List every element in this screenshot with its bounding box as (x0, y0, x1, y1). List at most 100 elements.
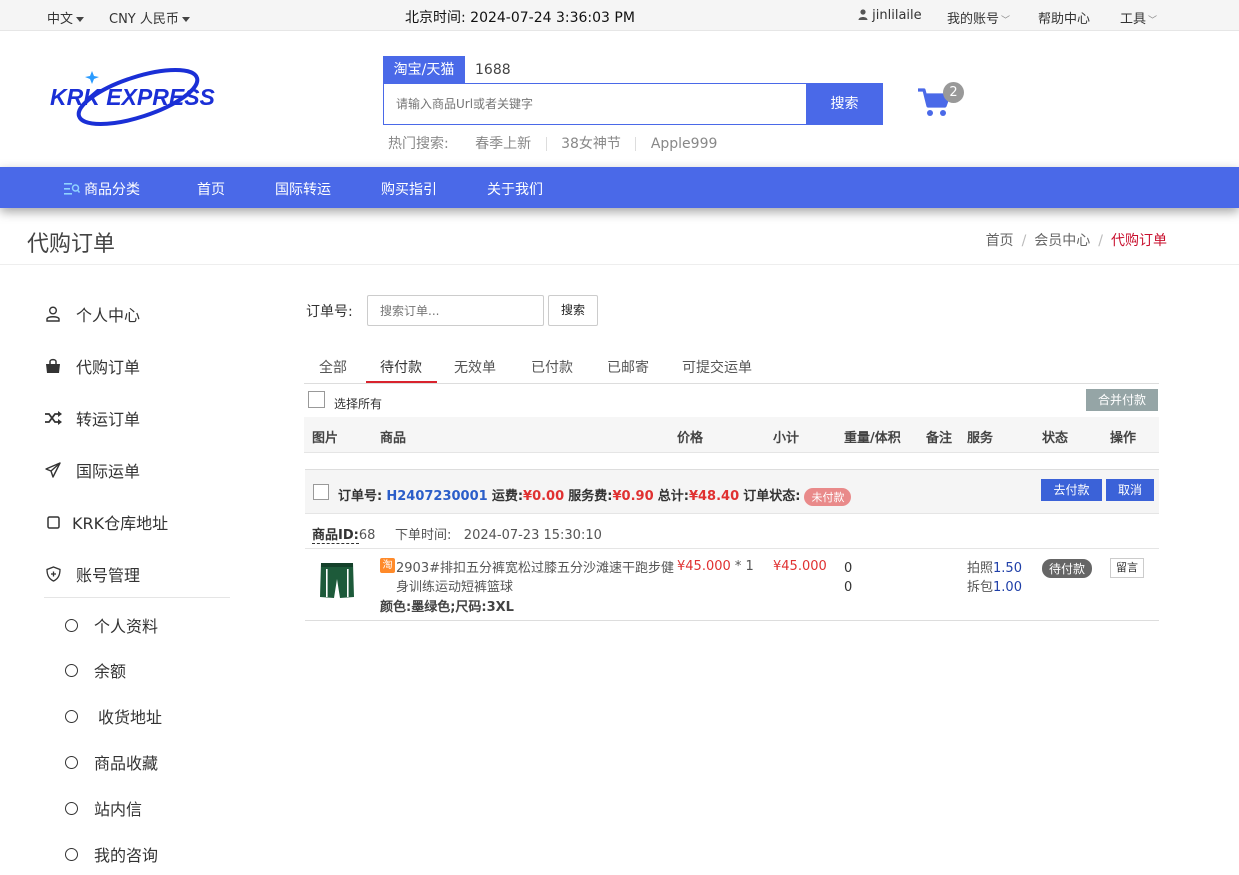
paper-plane-icon (44, 461, 62, 479)
message-button[interactable]: 留言 (1110, 558, 1144, 578)
column-header: 小计 (773, 431, 800, 446)
order-status-tabs: 全部 待付款 无效单 已付款 已邮寄 可提交运单 (304, 348, 1159, 384)
sidebar-item-international-waybills[interactable]: 国际运单 (44, 458, 140, 482)
product-id: 商品ID:68 (312, 524, 376, 544)
product-name-link[interactable]: 2903#排扣五分裤宽松过膝五分沙滩速干跑步健 身训练运动短裤篮球 (396, 559, 676, 597)
order-search-input[interactable] (368, 296, 543, 325)
cart-count-badge: 2 (943, 82, 964, 103)
circle-icon (65, 709, 78, 723)
search-tab-taobao[interactable]: 淘宝/天猫 (383, 56, 465, 84)
merge-pay-button[interactable]: 合并付款 (1086, 389, 1158, 411)
select-all-checkbox[interactable] (308, 391, 325, 408)
sidebar-item-label: KRK仓库地址 (72, 514, 169, 533)
sidebar-item-purchase-orders[interactable]: 代购订单 (44, 354, 140, 378)
service-fee-value: ¥0.90 (612, 489, 654, 504)
sidebar-subitem-label: 商品收藏 (94, 754, 159, 773)
hot-search-term[interactable]: 38女神节 (561, 133, 621, 153)
caret-down-icon (181, 17, 190, 22)
sidebar-subitem-profile[interactable]: 个人资料 (65, 613, 158, 637)
sidebar-item-personal-center[interactable]: 个人中心 (44, 302, 140, 326)
circle-icon (65, 801, 78, 815)
hot-search-term[interactable]: Apple999 (651, 136, 718, 152)
order-search-field[interactable] (367, 295, 544, 326)
breadcrumb-home[interactable]: 首页 (986, 233, 1014, 249)
search-input[interactable] (384, 84, 807, 124)
column-header: 图片 (312, 431, 339, 446)
weight-value: 0 (844, 561, 853, 576)
hot-searches: 热门搜索: 春季上新 38女神节 Apple999 (388, 133, 717, 153)
order-time-value: 2024-07-23 15:30:10 (463, 528, 602, 543)
product-thumbnail[interactable] (317, 557, 357, 607)
tab-shipped[interactable]: 已邮寄 (607, 357, 649, 377)
sidebar-subitem-messages[interactable]: 站内信 (65, 796, 142, 820)
product-id-value: 68 (358, 528, 376, 543)
select-all-label[interactable]: 选择所有 (334, 395, 382, 412)
clock-value: 2024-07-24 3:36:03 PM (470, 10, 635, 26)
order-search-label: 订单号: (306, 304, 353, 320)
help-center-label: 帮助中心 (1038, 12, 1091, 27)
order-time-label: 下单时间: (395, 528, 452, 543)
breadcrumb-separator: / (1098, 233, 1103, 249)
search-field[interactable] (383, 83, 807, 125)
order-search-button[interactable]: 搜索 (548, 295, 598, 326)
taobao-source-icon: 淘 (380, 558, 395, 573)
nav-item-forwarding[interactable]: 国际转运 (275, 179, 331, 199)
product-id-label: 商品ID: (312, 528, 359, 544)
krk-express-logo[interactable]: KRK EXPRESS (48, 64, 223, 128)
nav-item-buying-guide[interactable]: 购买指引 (381, 179, 437, 199)
shipping-label: 运费: (491, 489, 524, 504)
table-header: 图片 商品 价格 小计 重量/体积 备注 服务 状态 操作 (304, 417, 1159, 453)
nav-item-categories[interactable]: 商品分类 (64, 179, 140, 199)
my-account-menu[interactable]: 我的账号 ﹀ (947, 8, 1010, 27)
search-button[interactable]: 搜索 (806, 83, 883, 125)
breadcrumb-member-center[interactable]: 会员中心 (1034, 233, 1090, 249)
top-bar: 中文 CNY 人民币 北京时间: 2024-07-24 3:36:03 PM j… (0, 0, 1239, 31)
language-selector[interactable]: 中文 (47, 8, 85, 27)
user-icon (858, 9, 868, 20)
tab-pending-payment[interactable]: 待付款 (380, 357, 422, 377)
sidebar-item-forwarding-orders[interactable]: 转运订单 (44, 406, 140, 430)
sidebar-subitem-balance[interactable]: 余额 (65, 658, 126, 682)
tab-waybill-ready[interactable]: 可提交运单 (682, 357, 752, 377)
tools-menu[interactable]: 工具 ﹀ (1120, 8, 1157, 27)
page-title: 代购订单 (27, 232, 116, 257)
sidebar-item-label: 账号管理 (76, 566, 141, 585)
search-tab-1688[interactable]: 1688 (475, 56, 511, 84)
currency-selector[interactable]: CNY 人民币 (109, 8, 190, 27)
user-link[interactable]: jinlilaile (858, 8, 922, 23)
order-header-row: 订单号: H2407230001 运费:¥0.00 服务费:¥0.90 总计:¥… (305, 469, 1159, 514)
nav-item-label: 商品分类 (84, 182, 140, 198)
divider (635, 137, 637, 151)
help-center-link[interactable]: 帮助中心 (1038, 8, 1090, 27)
order-number-link[interactable]: H2407230001 (386, 489, 487, 504)
sidebar-subitem-favorites[interactable]: 商品收藏 (65, 750, 158, 774)
sidebar-item-label: 国际运单 (76, 462, 141, 481)
divider (545, 137, 547, 151)
status-badge: 待付款 (1042, 559, 1093, 578)
tab-all[interactable]: 全部 (319, 357, 347, 377)
active-tab-indicator (366, 381, 437, 383)
sidebar-subitem-inquiries[interactable]: 我的咨询 (65, 842, 158, 866)
service-fee-label: 服务费: (568, 489, 613, 504)
nav-item-home[interactable]: 首页 (197, 179, 225, 199)
pay-button[interactable]: 去付款 (1041, 479, 1102, 501)
column-header: 商品 (380, 431, 407, 446)
quantity: * 1 (730, 559, 754, 574)
product-name-line: 身训练运动短裤篮球 (396, 580, 514, 595)
username: jinlilaile (872, 8, 922, 23)
order-checkbox[interactable] (313, 484, 329, 500)
tab-invalid[interactable]: 无效单 (454, 357, 496, 377)
column-header: 服务 (967, 431, 994, 446)
hot-search-term[interactable]: 春季上新 (475, 133, 531, 153)
sidebar-item-account-management[interactable]: 账号管理 (44, 562, 140, 586)
tools-label: 工具 (1120, 12, 1147, 27)
tab-paid[interactable]: 已付款 (531, 357, 573, 377)
order-time: 下单时间: 2024-07-23 15:30:10 (395, 524, 602, 543)
sidebar-item-warehouse-address[interactable]: KRK仓库地址 (44, 510, 168, 534)
shopping-bag-icon (44, 357, 62, 375)
cancel-button[interactable]: 取消 (1106, 479, 1154, 501)
table-row: 淘 2903#排扣五分裤宽松过膝五分沙滩速干跑步健 身训练运动短裤篮球 颜色:墨… (305, 549, 1159, 621)
service-photo-label: 拍照 (967, 561, 994, 576)
sidebar-subitem-shipping-address[interactable]: 收货地址 (65, 704, 162, 728)
nav-item-about[interactable]: 关于我们 (487, 179, 543, 199)
